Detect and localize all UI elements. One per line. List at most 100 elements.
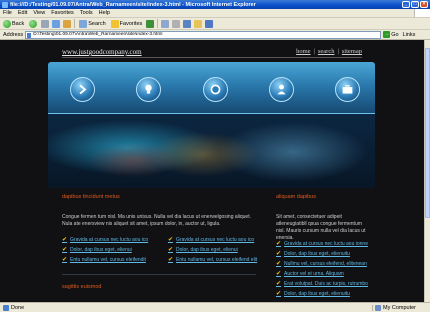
list-item[interactable]: ✔ Gravida at cursus nec luctu aou ico <box>168 237 268 247</box>
links-button[interactable]: Links <box>403 32 416 38</box>
globe-icon[interactable] <box>202 77 228 102</box>
list-item[interactable]: ✔ Auctor vel et urna. Aliquam <box>276 271 376 281</box>
address-bar: Address D:\Testing\01.09.07\Antra\Web_Ra… <box>0 30 430 40</box>
search-icon <box>79 19 88 28</box>
icon-nav <box>70 77 360 102</box>
briefcase-icon[interactable] <box>335 77 360 102</box>
page-icon <box>27 32 32 38</box>
search-link[interactable]: search <box>318 48 335 55</box>
list-item[interactable]: ✔ Nullmu vel, cursus eleifend, elitenean <box>276 261 376 271</box>
forward-button[interactable] <box>28 19 38 29</box>
check-icon: ✔ <box>168 257 174 263</box>
user-icon[interactable] <box>268 77 294 102</box>
toolbar: Back Search Favorites <box>0 18 430 30</box>
section-title: dapibus tincidunt metus <box>62 194 120 200</box>
forward-arrow-icon <box>29 19 38 28</box>
home-icon[interactable] <box>63 19 72 28</box>
menu-favorites[interactable]: Favorites <box>51 10 74 16</box>
arrow-right-icon[interactable] <box>70 77 95 102</box>
list-item[interactable]: ✔ Erat volutpat. Duis ac turpis, rutrumbo <box>276 281 376 291</box>
menu-tools[interactable]: Tools <box>80 10 93 16</box>
edit-icon[interactable] <box>183 19 192 28</box>
list-item[interactable]: ✔ Dolor, dap ibus eget, elienui <box>168 247 268 257</box>
back-button[interactable]: Back <box>2 19 25 29</box>
sidebar-body: Sit amet, consectetuer adipeit atleneugi… <box>276 214 366 241</box>
back-arrow-icon <box>3 19 11 28</box>
toolbar-separator <box>157 19 159 28</box>
banner-glow <box>88 142 178 178</box>
section-divider <box>62 274 256 275</box>
windows-logo-icon <box>414 9 430 17</box>
home-link[interactable]: home <box>296 48 310 55</box>
sitemap-link[interactable]: sitemap <box>342 48 362 55</box>
link-separator: | <box>337 48 339 55</box>
top-links: home | search | sitemap <box>296 48 362 55</box>
status-text: Done <box>11 304 25 311</box>
title-bar: file:///D:/Testing/01.09.07/Antra/Web_Ra… <box>0 0 430 9</box>
vertical-scrollbar[interactable] <box>424 40 430 302</box>
go-label: Go <box>391 31 399 38</box>
list-item[interactable]: ✔ Entu nullamu vel, cursus eleifend elit <box>168 257 268 267</box>
menu-view[interactable]: View <box>33 10 45 16</box>
page-done-icon <box>3 304 9 311</box>
check-icon: ✔ <box>276 241 282 247</box>
go-button[interactable]: → Go <box>383 31 399 38</box>
page-viewport: www.justgoodcompany.com home | search | … <box>0 40 424 302</box>
section-body: Congue fermen tum nisl. Ma unis unisus. … <box>62 214 251 227</box>
address-input[interactable]: D:\Testing\01.09.07\Antra\Web_Rarnameen\… <box>25 30 382 39</box>
icon-nav-strip <box>48 62 375 114</box>
menu-help[interactable]: Help <box>99 10 110 16</box>
history-icon[interactable] <box>146 19 155 28</box>
scroll-thumb[interactable] <box>425 48 430 218</box>
check-icon: ✔ <box>276 261 282 267</box>
toolbar-separator <box>74 19 76 28</box>
sidebar-title: aliquam dapibus <box>276 194 317 200</box>
maximize-button[interactable]: □ <box>411 1 419 8</box>
go-arrow-icon: → <box>383 31 391 38</box>
address-value: D:\Testing\01.09.07\Antra\Web_Rarnameen\… <box>33 31 163 37</box>
list-item[interactable]: ✔ Gravida at cursus nec luctu aou ico <box>62 237 172 247</box>
list-item[interactable]: ✔ Gravida at cursus nec luctu aou ionne <box>276 241 376 251</box>
site-url-link[interactable]: www.justgoodcompany.com <box>62 48 142 56</box>
ie-icon <box>2 1 8 8</box>
favorites-button[interactable]: Favorites <box>110 19 144 29</box>
list-item[interactable]: ✔ Dolor, dap ibus eget, elienuitu <box>276 291 376 301</box>
messenger-icon[interactable] <box>205 19 214 28</box>
menu-bar: File Edit View Favorites Tools Help <box>0 9 430 18</box>
window-title: file:///D:/Testing/01.09.07/Antra/Web_Ra… <box>10 1 256 8</box>
status-bar: Done My Computer <box>0 302 430 312</box>
check-icon: ✔ <box>276 281 282 287</box>
lightbulb-icon[interactable] <box>136 77 162 102</box>
back-label: Back <box>12 20 25 27</box>
sidebar-link-list: ✔ Gravida at cursus nec luctu aou ionne ✔… <box>276 241 376 301</box>
security-zone: My Computer <box>372 304 430 311</box>
check-icon: ✔ <box>168 247 174 253</box>
check-icon: ✔ <box>276 251 282 257</box>
link-list-col1: ✔ Gravida at cursus nec luctu aou ico ✔ Do… <box>62 237 172 267</box>
print-icon[interactable] <box>172 19 181 28</box>
list-item[interactable]: ✔ Dolor, dap ibus eget, elienui <box>62 247 172 257</box>
minimize-button[interactable]: _ <box>402 1 410 8</box>
menu-file[interactable]: File <box>3 10 12 16</box>
stop-icon[interactable] <box>41 19 50 28</box>
check-icon: ✔ <box>276 271 282 277</box>
hero-banner <box>48 62 375 188</box>
list-item[interactable]: ✔ Entu nullamu vel, cursus eleifendit <box>62 257 172 267</box>
menu-edit[interactable]: Edit <box>18 10 27 16</box>
header-divider <box>62 57 362 58</box>
folder-icon[interactable] <box>194 19 203 28</box>
link-separator: | <box>313 48 315 55</box>
check-icon: ✔ <box>62 257 68 263</box>
section-title-2: sagittis euismod <box>62 284 102 290</box>
computer-icon <box>375 304 381 311</box>
refresh-icon[interactable] <box>52 19 61 28</box>
zone-label: My Computer <box>383 304 417 311</box>
mail-icon[interactable] <box>161 19 170 28</box>
check-icon: ✔ <box>276 291 282 297</box>
search-button[interactable]: Search <box>78 19 106 29</box>
close-button[interactable]: × <box>420 1 428 8</box>
favorites-label: Favorites <box>119 20 143 27</box>
address-label: Address <box>3 31 24 38</box>
list-item[interactable]: ✔ Dolor, dap ibus eget, elienuitu <box>276 251 376 261</box>
check-icon: ✔ <box>62 247 68 253</box>
